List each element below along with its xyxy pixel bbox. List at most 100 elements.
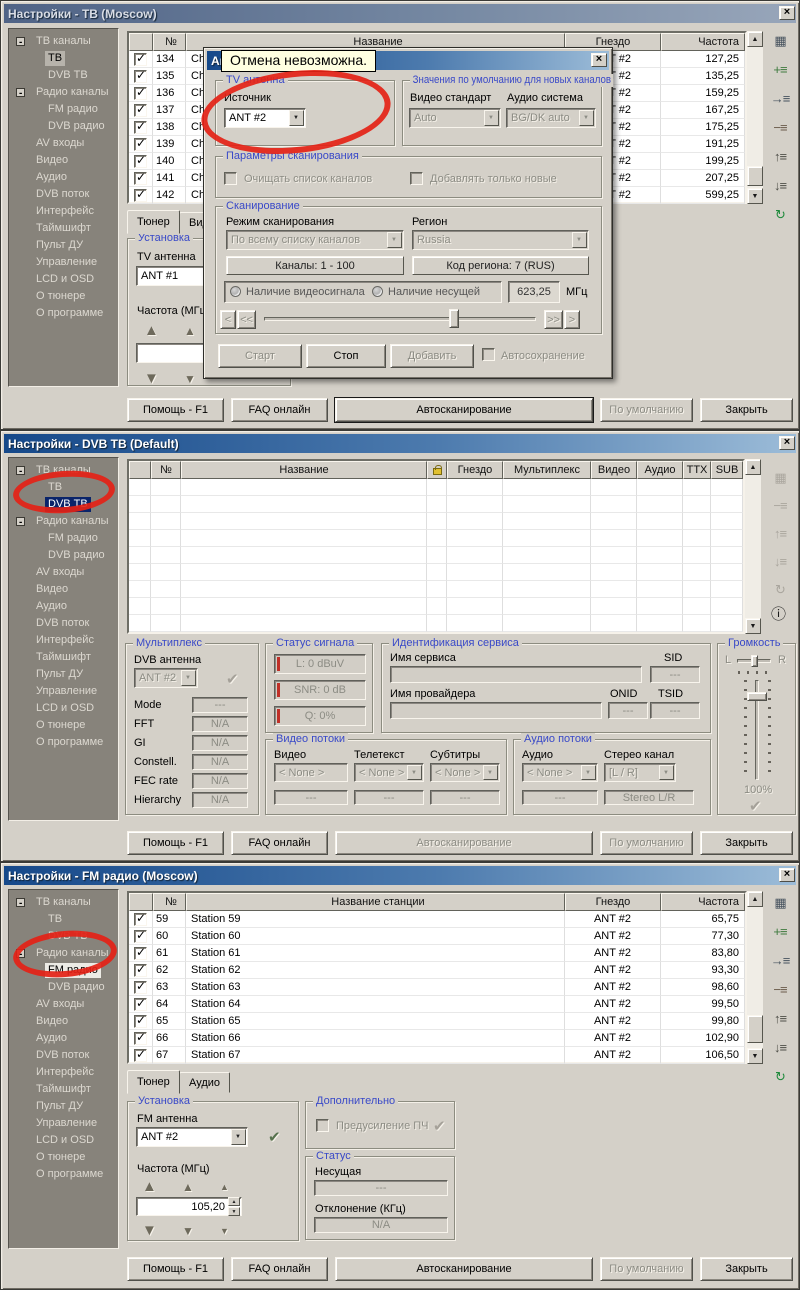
add-channel-icon[interactable]: +≡ bbox=[773, 923, 786, 943]
close-button[interactable]: Закрыть bbox=[700, 398, 793, 422]
freq-step-up-large-icon[interactable] bbox=[142, 1179, 157, 1194]
header-video[interactable]: Видео bbox=[591, 461, 637, 479]
scroll-up-icon[interactable] bbox=[747, 31, 763, 47]
sidebar-item-video[interactable]: Видео bbox=[9, 581, 118, 598]
station-checkbox[interactable] bbox=[134, 1049, 147, 1062]
sidebar-item-audio[interactable]: Аудио bbox=[9, 1030, 118, 1047]
fm-antenna-select[interactable]: ANT #2 bbox=[136, 1127, 248, 1147]
scroll-up-icon[interactable] bbox=[745, 459, 761, 475]
sidebar-item-timeshift[interactable]: Таймшифт bbox=[9, 1081, 118, 1098]
table-row[interactable]: 66Station 66ANT #2102,90 bbox=[129, 1030, 745, 1047]
close-button[interactable]: Закрыть bbox=[700, 831, 793, 855]
scroll-down-icon[interactable] bbox=[747, 1048, 763, 1064]
sidebar-item-dvb-tv[interactable]: DVB ТВ bbox=[9, 67, 118, 84]
header-check[interactable] bbox=[129, 461, 151, 479]
sidebar-item-interface[interactable]: Интерфейс bbox=[9, 203, 118, 220]
faq-button[interactable]: FAQ онлайн bbox=[231, 398, 328, 422]
table-row[interactable]: 60Station 60ANT #277,30 bbox=[129, 928, 745, 945]
sidebar-item-tv[interactable]: ТВ bbox=[9, 50, 118, 67]
move-up-icon[interactable]: ↑≡ bbox=[774, 1010, 786, 1030]
tab-tuner[interactable]: Тюнер bbox=[127, 1070, 180, 1094]
stop-button[interactable]: Стоп bbox=[306, 344, 386, 368]
remove-channel-icon[interactable]: −≡ bbox=[773, 119, 786, 139]
channel-checkbox[interactable] bbox=[134, 155, 147, 168]
station-checkbox[interactable] bbox=[134, 913, 147, 926]
sidebar-item-dvb-radio[interactable]: DVB радио bbox=[9, 547, 118, 564]
collapse-icon[interactable] bbox=[16, 517, 25, 526]
sidebar-item-lcd-osd[interactable]: LCD и OSD bbox=[9, 1132, 118, 1149]
station-checkbox[interactable] bbox=[134, 1015, 147, 1028]
header-socket[interactable]: Гнездо bbox=[565, 893, 661, 911]
channel-checkbox[interactable] bbox=[134, 172, 147, 185]
move-up-icon[interactable]: ↑≡ bbox=[774, 148, 786, 168]
channel-checkbox[interactable] bbox=[134, 53, 147, 66]
sidebar-item-timeshift[interactable]: Таймшифт bbox=[9, 220, 118, 237]
freq-step-down-medium-icon[interactable] bbox=[182, 1225, 194, 1237]
sidebar-item-remote[interactable]: Пульт ДУ bbox=[9, 666, 118, 683]
sidebar-item-about-program[interactable]: О программе bbox=[9, 734, 118, 751]
header-ttx[interactable]: TTX bbox=[683, 461, 711, 479]
sidebar-item-radio-channels[interactable]: Радио каналы bbox=[9, 84, 118, 101]
spin-down-icon[interactable] bbox=[228, 1207, 240, 1216]
collapse-icon[interactable] bbox=[16, 466, 25, 475]
scroll-up-icon[interactable] bbox=[747, 891, 763, 907]
move-down-icon[interactable]: ↓≡ bbox=[774, 1039, 786, 1059]
collapse-icon[interactable] bbox=[16, 37, 25, 46]
sidebar-item-dvb-radio[interactable]: DVB радио bbox=[9, 979, 118, 996]
channel-checkbox[interactable] bbox=[134, 87, 147, 100]
sidebar-item-radio-channels[interactable]: Радио каналы bbox=[9, 513, 118, 530]
sidebar-item-dvb-radio[interactable]: DVB радио bbox=[9, 118, 118, 135]
insert-channel-icon[interactable]: →≡ bbox=[771, 90, 790, 110]
station-checkbox[interactable] bbox=[134, 998, 147, 1011]
refresh-icon[interactable]: ↻ bbox=[775, 1068, 785, 1088]
channel-checkbox[interactable] bbox=[134, 104, 147, 117]
collapse-icon[interactable] bbox=[16, 898, 25, 907]
sidebar-item-control[interactable]: Управление bbox=[9, 1115, 118, 1132]
header-lock[interactable] bbox=[427, 461, 447, 479]
balance-thumb[interactable] bbox=[751, 655, 758, 667]
chevron-down-icon[interactable] bbox=[231, 1129, 246, 1145]
sidebar-item-fm-radio[interactable]: FM радио bbox=[9, 530, 118, 547]
sidebar-item-video[interactable]: Видео bbox=[9, 1013, 118, 1030]
sidebar-item-dvb-stream[interactable]: DVB поток bbox=[9, 1047, 118, 1064]
table-row[interactable]: 64Station 64ANT #299,50 bbox=[129, 996, 745, 1013]
faq-button[interactable]: FAQ онлайн bbox=[231, 831, 328, 855]
freq-step-up-small-icon[interactable] bbox=[220, 1183, 229, 1192]
sidebar-item-audio[interactable]: Аудио bbox=[9, 169, 118, 186]
sidebar-item-lcd-osd[interactable]: LCD и OSD bbox=[9, 271, 118, 288]
sidebar-item-about-program[interactable]: О программе bbox=[9, 1166, 118, 1183]
frequency-input[interactable]: 105,20 bbox=[136, 1197, 242, 1216]
header-number[interactable]: № bbox=[153, 893, 186, 911]
close-icon[interactable] bbox=[779, 6, 795, 20]
sidebar-item-timeshift[interactable]: Таймшифт bbox=[9, 649, 118, 666]
freq-step-up-medium-icon[interactable] bbox=[184, 325, 196, 337]
sidebar-item-av-inputs[interactable]: AV входы bbox=[9, 564, 118, 581]
header-number[interactable]: № bbox=[151, 461, 181, 479]
info-icon[interactable]: ⓘ bbox=[771, 603, 786, 624]
close-button[interactable]: Закрыть bbox=[700, 1257, 793, 1281]
header-check[interactable] bbox=[129, 893, 153, 911]
station-checkbox[interactable] bbox=[134, 930, 147, 943]
sidebar-item-fm-radio[interactable]: FM радио bbox=[9, 101, 118, 118]
header-check[interactable] bbox=[129, 33, 153, 51]
apply-checkmark-icon[interactable]: ✔ bbox=[268, 1128, 281, 1146]
freq-step-up-large-icon[interactable] bbox=[144, 323, 159, 338]
header-multiplex[interactable]: Мультиплекс bbox=[503, 461, 591, 479]
station-checkbox[interactable] bbox=[134, 964, 147, 977]
sidebar-item-interface[interactable]: Интерфейс bbox=[9, 632, 118, 649]
table-row[interactable]: 59Station 59ANT #265,75 bbox=[129, 911, 745, 928]
help-button[interactable]: Помощь - F1 bbox=[127, 831, 224, 855]
spin-up-icon[interactable] bbox=[228, 1197, 240, 1206]
header-number[interactable]: № bbox=[153, 33, 186, 51]
autoscan-button[interactable]: Автосканирование bbox=[335, 1257, 593, 1281]
channel-grid-icon[interactable]: ▦ bbox=[774, 32, 785, 52]
collapse-icon[interactable] bbox=[16, 88, 25, 97]
tab-tuner[interactable]: Тюнер bbox=[127, 210, 180, 234]
station-checkbox[interactable] bbox=[134, 947, 147, 960]
station-checkbox[interactable] bbox=[134, 981, 147, 994]
sidebar-item-about-program[interactable]: О программе bbox=[9, 305, 118, 322]
sidebar-item-remote[interactable]: Пульт ДУ bbox=[9, 1098, 118, 1115]
freq-step-up-medium-icon[interactable] bbox=[182, 1181, 194, 1193]
help-button[interactable]: Помощь - F1 bbox=[127, 398, 224, 422]
header-socket[interactable]: Гнездо bbox=[447, 461, 503, 479]
